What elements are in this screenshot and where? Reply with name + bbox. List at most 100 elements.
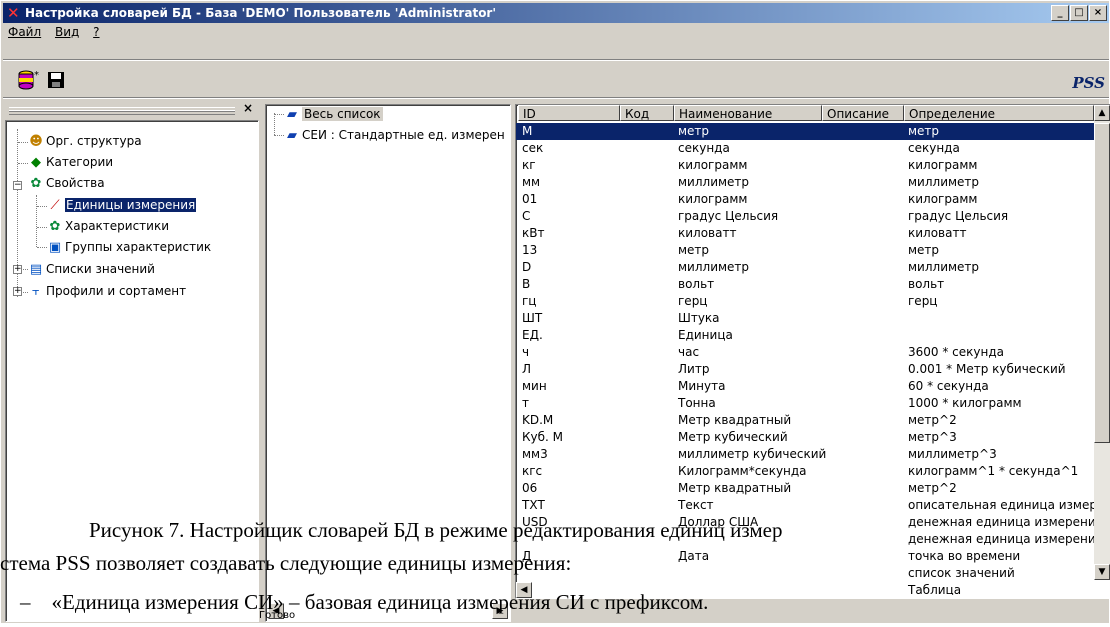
title-bar[interactable]: ✕ Настройка словарей БД - База 'DEMO' По… [3,3,1109,23]
collapse-toggle[interactable]: − [13,181,22,190]
table-row[interactable]: Bвольт вольт [516,276,1094,293]
table-row[interactable]: кгс Килограмм*секунда килограмм^1 * секунд… [516,463,1094,480]
database-icon[interactable]: * [17,69,41,91]
table-cell: Минута [678,379,726,393]
brand-logo: PSS [1072,74,1105,92]
pane-close-icon[interactable]: × [243,101,253,115]
table-row[interactable]: ШТ Штука [516,310,1094,327]
table-cell: метр^2 [908,413,957,427]
table-cell: метр^3 [908,430,957,444]
vertical-scrollbar[interactable]: ▲ ▼ [1094,105,1110,580]
table-row[interactable]: 13 метр метр [516,242,1094,259]
scroll-up-button[interactable]: ▲ [1094,105,1110,121]
table-cell: Тонна [678,396,716,410]
table-row[interactable]: мин Минута 60 * секунда [516,378,1094,395]
table-cell: киловатт [678,226,737,240]
table-cell: 0.001 * Метр кубический [908,362,1066,376]
table-cell: денежная единица измерения [908,515,1094,529]
tree-item-units[interactable]: ⟋ Единицы измерения [47,195,197,215]
tree-item-sei[interactable]: ▰ СЕИ : Стандартные ед. измерен [284,126,505,144]
table-row[interactable]: 06 Метр квадратный метр^2 [516,480,1094,497]
table-cell: килограмм [908,192,978,206]
expand-toggle[interactable]: + [13,265,22,274]
table-cell: т [522,396,529,410]
table-cell: B [522,277,531,291]
table-cell: С [522,209,531,223]
table-row[interactable]: Мметр метр [516,123,1094,140]
column-header-id[interactable]: ID [518,105,620,121]
characteristics-icon: ✿ [49,218,61,234]
table-cell: Килограмм*секунда [678,464,807,478]
table-cell: Дата [678,549,710,563]
table-cell: ЕД. [522,328,543,342]
tree-item-all-list[interactable]: ▰ Весь список [284,105,383,123]
table-row[interactable]: мм миллиметр миллиметр [516,174,1094,191]
tree-item-properties[interactable]: ✿ Свойства [28,173,105,193]
column-header-code[interactable]: Код [620,105,674,121]
table-cell: точка во времени [908,549,1021,563]
table-cell: кг [522,158,536,172]
close-button[interactable]: × [1089,5,1107,21]
table-row[interactable]: Д Дата точка во времени [516,548,1094,565]
categories-icon: ◆ [31,154,41,170]
units-icon: ⟋ [50,197,60,213]
table-cell: KD.M [522,413,554,427]
dock-grip[interactable] [9,107,235,115]
table-cell: ТХТ [522,498,545,512]
table-row[interactable]: KD.M Метр квадратный метр^2 [516,412,1094,429]
table-cell: 13 [522,243,538,257]
table-row[interactable]: кг килограмм килограмм [516,157,1094,174]
value-lists-icon: ▤ [29,261,43,277]
table-cell: ШТ [522,311,543,325]
minimize-button[interactable]: _ [1051,5,1069,21]
table-cell: градус Цельсия [678,209,779,223]
tree-item-categories[interactable]: ◆ Категории [28,152,113,172]
properties-icon: ✿ [30,175,42,191]
table-row[interactable]: ТХТ Текст описательная единица измере [516,497,1094,514]
table-row[interactable]: гц герц герц [516,293,1094,310]
table-cell: миллиметр [908,260,980,274]
table-cell: кгс [522,464,543,478]
grid-header: ID Код Наименование Описание Определение [516,105,1110,123]
table-row[interactable]: кВт киловатт киловатт [516,225,1094,242]
table-row[interactable]: мм3 миллиметр кубический миллиметр^3 [516,446,1094,463]
table-cell: мин [522,379,547,393]
menu-file[interactable]: Файл [3,24,46,40]
left-tree-panel: − + + ☻ Орг. структура ◆ Категории ✿ Свойст… [5,120,259,622]
table-cell: метр [908,243,940,257]
table-row[interactable]: 01 килограмм килограмм [516,191,1094,208]
table-row[interactable]: т Тонна 1000 * килограмм [516,395,1094,412]
table-cell: М [522,124,533,138]
column-header-name[interactable]: Наименование [674,105,822,121]
table-row[interactable]: сек секунда секунда [516,140,1094,157]
scroll-thumb[interactable] [1094,123,1110,443]
scroll-down-button[interactable]: ▼ [1094,564,1110,580]
menu-help[interactable]: ? [88,24,104,40]
tree-item-value-lists[interactable]: ▤ Списки значений [28,259,155,279]
table-row[interactable]: Куб. М Метр кубический метр^3 [516,429,1094,446]
table-row[interactable]: ЕД. Единица [516,327,1094,344]
table-cell: миллиметр^3 [908,447,997,461]
table-cell: Метр квадратный [678,413,792,427]
table-cell: килограмм [678,158,748,172]
tree-item-char-groups[interactable]: ▣ Группы характеристик [47,237,211,257]
table-cell: ч [522,345,530,359]
table-row[interactable]: список значений [516,565,1094,582]
svg-text:*: * [34,70,39,81]
table-row[interactable]: Л Литр 0.001 * Метр кубический [516,361,1094,378]
table-cell: метр [678,124,710,138]
tree-item-profiles[interactable]: ⫟ Профили и сортамент [28,281,186,301]
maximize-button[interactable]: □ [1070,5,1088,21]
table-cell: 3600 * секунда [908,345,1004,359]
table-row[interactable]: Dмиллиметр миллиметр [516,259,1094,276]
column-header-definition[interactable]: Определение [904,105,1094,121]
menu-view[interactable]: Вид [50,24,84,40]
expand-toggle[interactable]: + [13,287,22,296]
table-row[interactable]: ч час 3600 * секунда [516,344,1094,361]
tree-item-org[interactable]: ☻ Орг. структура [28,131,141,151]
column-header-description[interactable]: Описание [822,105,904,121]
save-icon[interactable] [45,69,69,91]
table-cell: миллиметр [678,260,750,274]
table-row[interactable]: Сградус Цельсия градус Цельсия [516,208,1094,225]
tree-item-characteristics[interactable]: ✿ Характеристики [47,216,169,236]
